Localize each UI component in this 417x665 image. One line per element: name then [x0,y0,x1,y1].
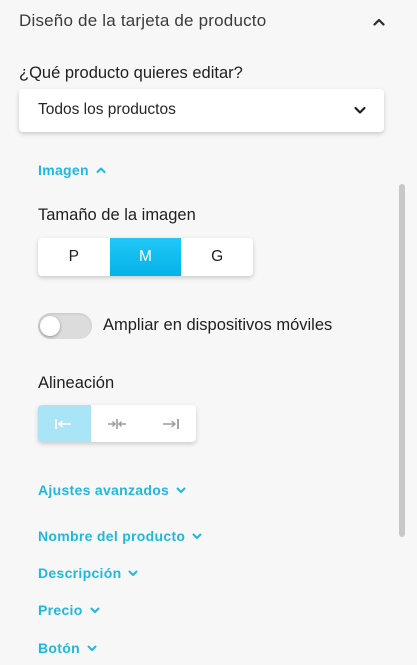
chevron-down-icon [128,570,138,576]
chevron-down-icon [87,645,97,651]
alignment-selector [38,405,196,442]
section-toggle-product-name[interactable]: Nombre del producto [38,528,203,544]
mobile-zoom-toggle[interactable] [38,313,92,339]
alignment-label: Alineación [38,374,115,392]
chevron-down-icon [354,106,366,114]
image-size-selector: P M G [38,238,253,276]
section-toggle-button[interactable]: Botón [38,640,98,656]
chevron-down-icon [192,533,202,539]
mobile-zoom-label: Ampliar en dispositivos móviles [103,316,333,334]
section-toggle-imagen[interactable]: Imagen [38,162,107,178]
section-label-advanced: Ajustes avanzados [38,482,170,498]
section-label-description: Descripción [38,565,122,581]
product-select-value: Todos los productos [38,101,176,118]
section-toggle-advanced[interactable]: Ajustes avanzados [38,482,187,498]
toggle-knob [40,316,60,336]
align-center-icon [108,418,126,429]
product-select[interactable]: Todos los productos [19,89,384,132]
size-large-button[interactable]: G [181,238,253,276]
section-label-imagen: Imagen [38,162,89,178]
scrollbar-thumb[interactable] [399,184,405,537]
section-toggle-price[interactable]: Precio [38,602,101,618]
product-select-label: ¿Qué producto quieres editar? [19,64,243,82]
panel-title: Diseño de la tarjeta de producto [19,11,267,30]
size-small-button[interactable]: P [38,238,110,276]
collapse-panel-button[interactable] [369,12,389,32]
chevron-up-icon [373,18,385,26]
section-toggle-description[interactable]: Descripción [38,565,139,581]
align-left-button[interactable] [38,405,91,442]
align-left-icon [55,418,72,429]
chevron-down-icon [90,607,100,613]
section-label-button: Botón [38,640,80,656]
section-label-product-name: Nombre del producto [38,528,186,544]
image-size-label: Tamaño de la imagen [38,206,196,224]
chevron-up-icon [96,167,106,173]
panel-header: Diseño de la tarjeta de producto [0,0,417,44]
align-center-button[interactable] [91,405,144,442]
size-medium-button[interactable]: M [109,238,182,276]
section-label-price: Precio [38,602,83,618]
chevron-down-icon [176,487,186,493]
align-right-icon [162,418,179,429]
align-right-button[interactable] [143,405,196,442]
